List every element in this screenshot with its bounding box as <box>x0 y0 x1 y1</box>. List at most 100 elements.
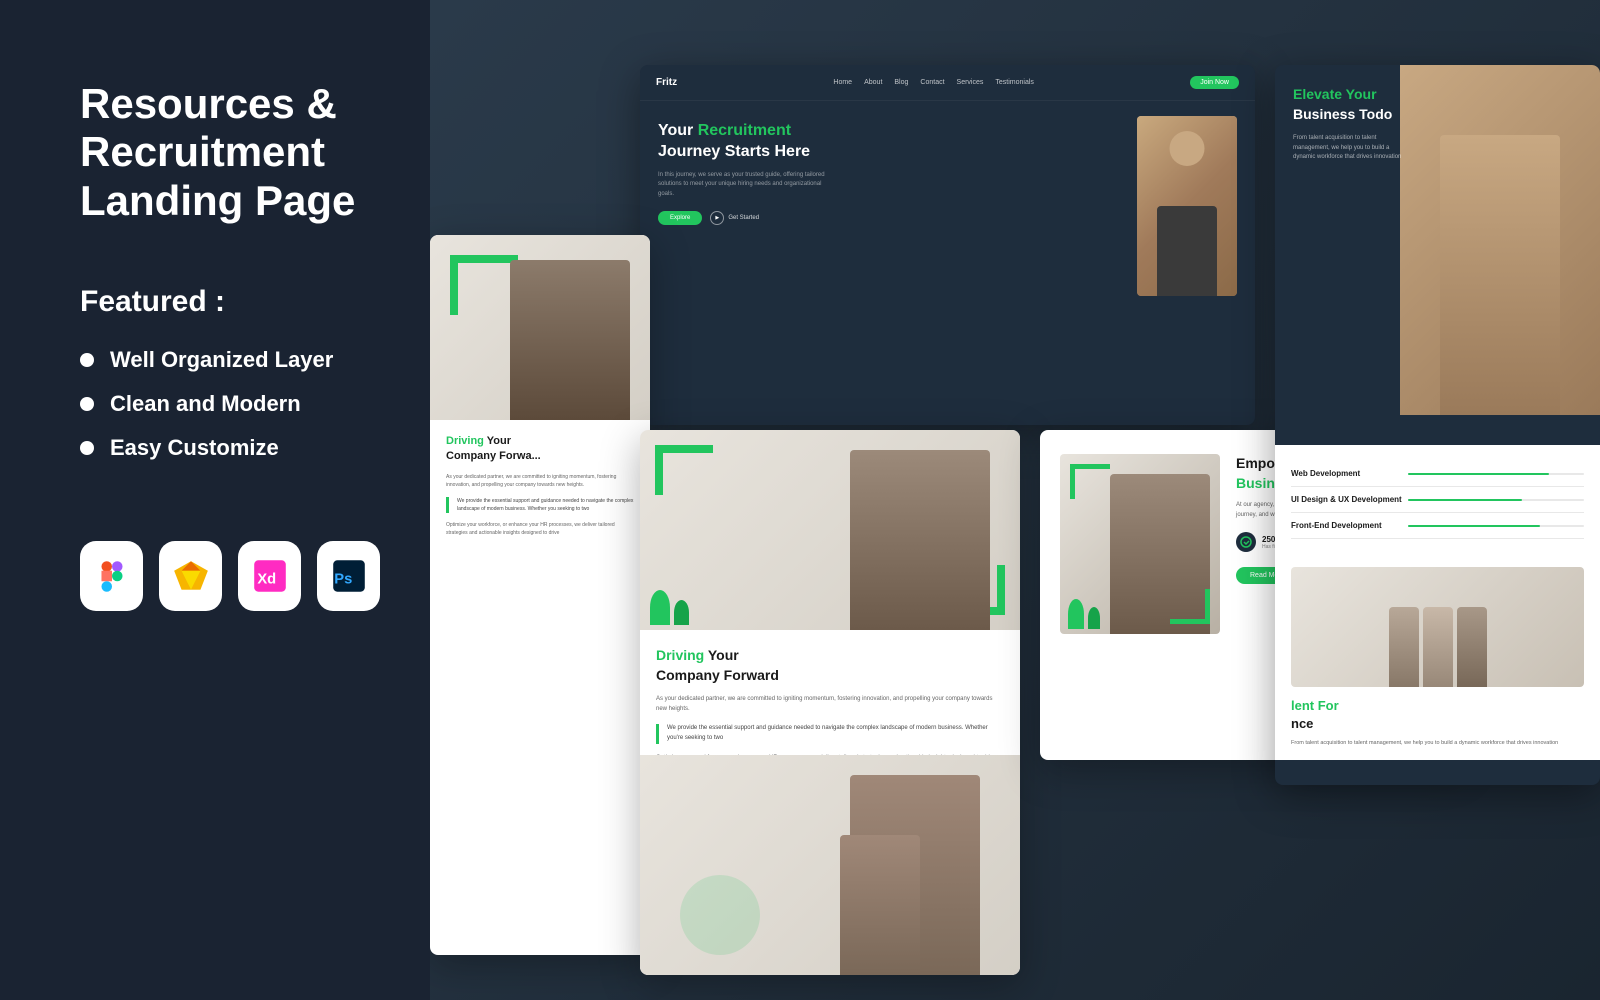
nav-links: Home About Blog Contact Services Testimo… <box>833 79 1033 86</box>
preview-navbar: Fritz Home About Blog Contact Services T… <box>640 65 1255 101</box>
pc-quote: We provide the essential support and gui… <box>656 724 1004 743</box>
tree-icon-1 <box>650 590 670 625</box>
figma-icon <box>80 541 143 611</box>
nav-link-about: About <box>864 79 882 86</box>
adobe-xd-icon: Xd <box>238 541 301 611</box>
pc-person-image <box>850 450 990 630</box>
pr-tree-2 <box>1088 607 1100 629</box>
img-accent-br-h <box>1170 619 1205 624</box>
hero-description: In this journey, we serve as your truste… <box>658 171 838 200</box>
nav-link-testimonials: Testimonials <box>995 79 1034 86</box>
pc-bottom-circle <box>680 875 760 955</box>
img-accent-v <box>1070 464 1075 499</box>
bullet-icon <box>80 397 94 411</box>
featured-label: Featured : <box>80 285 380 319</box>
green-accent-v <box>450 255 458 315</box>
person-face <box>1170 131 1205 166</box>
pl-content: Driving YourCompany Forwa... As your ded… <box>430 420 650 551</box>
preview-center-driving: Driving YourCompany Forward As your dedi… <box>640 430 1020 975</box>
feature-item: Easy Customize <box>80 435 380 461</box>
pl-top-image <box>430 235 650 420</box>
service-item-frontend: Front-End Development <box>1291 513 1584 539</box>
left-panel: Resources & Recruitment Landing Page Fea… <box>0 0 430 1000</box>
pl-person-image <box>510 260 630 420</box>
stat-jobs-icon <box>1236 532 1256 552</box>
nav-link-services: Services <box>957 79 984 86</box>
explore-button[interactable]: Explore <box>658 211 702 225</box>
pfr-elevate-desc: From talent acquisition to talent manage… <box>1291 739 1584 748</box>
meeting-person-1 <box>1389 607 1419 687</box>
meeting-person-2 <box>1423 607 1453 687</box>
get-started-button[interactable]: ▶ Get Started <box>710 211 759 225</box>
hero-person-image <box>1127 111 1237 311</box>
service-web-bar-fill <box>1408 473 1549 475</box>
preview-main-landing: Fritz Home About Blog Contact Services T… <box>640 65 1255 425</box>
service-web-label: Web Development <box>1291 469 1360 478</box>
tools-row: Xd Ps <box>80 541 380 611</box>
bullet-icon <box>80 353 94 367</box>
right-area: Fritz Home About Blog Contact Services T… <box>430 0 1600 1000</box>
nav-cta-button[interactable]: Join Now <box>1190 76 1239 89</box>
person-body <box>1157 206 1217 296</box>
nav-link-blog: Blog <box>894 79 908 86</box>
pl-quote: We provide the essential support and gui… <box>446 497 634 513</box>
green-accent-tl-v <box>655 445 663 495</box>
service-frontend-bar <box>1408 525 1584 527</box>
preview-hero: Your Recruitment Journey Starts Here In … <box>640 101 1255 245</box>
nav-link-home: Home <box>833 79 852 86</box>
green-accent-tl-h <box>663 445 713 453</box>
preview-far-right: Elevate YourBusiness Todo From talent ac… <box>1275 65 1600 785</box>
service-ui-label: UI Design & UX Development <box>1291 495 1402 504</box>
page-title: Resources & Recruitment Landing Page <box>80 80 380 225</box>
person-silhouette <box>1137 116 1237 296</box>
green-accent-h <box>458 255 518 263</box>
green-accent-br-v <box>997 565 1005 615</box>
pc-title: Driving YourCompany Forward <box>656 646 1004 685</box>
pfr-meeting-persons <box>1389 607 1487 687</box>
service-item-ui: UI Design & UX Development <box>1291 487 1584 513</box>
preview-left-column: Driving YourCompany Forwa... As your ded… <box>430 235 650 955</box>
pc-bottom-image <box>640 755 1020 975</box>
pl-desc: As your dedicated partner, we are commit… <box>446 473 634 489</box>
service-frontend-label: Front-End Development <box>1291 521 1382 530</box>
pfr-hero-person <box>1440 135 1560 415</box>
service-ui-bar-fill <box>1408 499 1522 501</box>
pc-bottom-person-2 <box>840 835 920 975</box>
pr-tree-1 <box>1068 599 1084 629</box>
pc-top-image <box>640 430 1020 630</box>
img-accent-h <box>1075 464 1110 469</box>
features-list: Well Organized Layer Clean and Modern Ea… <box>80 347 380 461</box>
nav-logo: Fritz <box>656 77 677 88</box>
feature-item: Clean and Modern <box>80 391 380 417</box>
tree-icon-2 <box>674 600 689 625</box>
pl-desc2: Optimize your workforce, or enhance your… <box>446 521 634 537</box>
pc-quote-text: We provide the essential support and gui… <box>667 724 1004 743</box>
pl-quote-text: We provide the essential support and gui… <box>457 497 634 513</box>
pr-image <box>1060 454 1220 634</box>
svg-text:Ps: Ps <box>334 571 352 587</box>
service-web-bar <box>1408 473 1584 475</box>
pfr-desc: From talent acquisition to talent manage… <box>1293 134 1413 163</box>
play-icon: ▶ <box>710 211 724 225</box>
nav-link-contact: Contact <box>920 79 944 86</box>
service-frontend-bar-fill <box>1408 525 1540 527</box>
pc-description: As your dedicated partner, we are commit… <box>656 695 1004 714</box>
service-item-web: Web Development <box>1291 461 1584 487</box>
pl-section-title: Driving YourCompany Forwa... <box>446 434 634 465</box>
pfr-meeting-section: lent Fornce From talent acquisition to t… <box>1275 555 1600 760</box>
img-accent-br-v <box>1205 589 1210 624</box>
meeting-person-3 <box>1457 607 1487 687</box>
photoshop-icon: Ps <box>317 541 380 611</box>
pfr-elevate-title: lent Fornce <box>1291 697 1584 733</box>
service-ui-bar <box>1408 499 1584 501</box>
person-photo <box>1137 116 1237 296</box>
pfr-hero: Elevate YourBusiness Todo From talent ac… <box>1275 65 1600 445</box>
sketch-icon <box>159 541 222 611</box>
svg-text:Xd: Xd <box>257 571 276 587</box>
pfr-services: Web Development UI Design & UX Developme… <box>1275 445 1600 555</box>
bullet-icon <box>80 441 94 455</box>
pfr-meeting-image <box>1291 567 1584 687</box>
feature-item: Well Organized Layer <box>80 347 380 373</box>
pfr-title: Elevate YourBusiness Todo <box>1293 85 1433 124</box>
pr-person <box>1110 474 1210 634</box>
